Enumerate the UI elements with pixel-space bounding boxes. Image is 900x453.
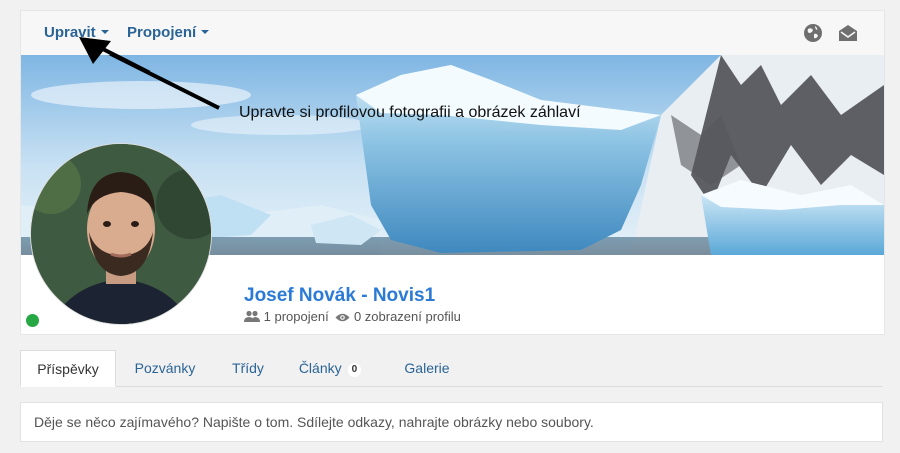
articles-count-badge: 0 xyxy=(347,363,362,377)
profile-views-count: 0 zobrazení profilu xyxy=(353,309,461,324)
tab-label: Články xyxy=(298,360,342,376)
tab-invitations[interactable]: Pozvánky xyxy=(116,350,214,385)
tab-label: Galerie xyxy=(404,360,450,376)
connections-count[interactable]: 1 propojení xyxy=(264,309,329,324)
profile-photo xyxy=(31,144,211,324)
profile-tabs: Příspěvky Pozvánky Třídy Články 0 Galerie xyxy=(20,350,883,387)
annotation-arrow-head xyxy=(79,37,151,71)
avatar[interactable] xyxy=(31,144,211,324)
tab-label: Třídy xyxy=(232,360,264,376)
tab-label: Příspěvky xyxy=(37,361,99,377)
tab-gallery[interactable]: Galerie xyxy=(392,350,462,385)
post-composer-placeholder: Děje se něco zajímavého? Napište o tom. … xyxy=(34,414,594,430)
eye-icon xyxy=(335,313,350,322)
profile-card: Upravit Propojení Upravte si profilovou … xyxy=(20,10,885,335)
header-hint-text: Upravte si profilovou fotografii a obráz… xyxy=(239,104,581,121)
tab-label: Pozvánky xyxy=(134,360,196,376)
tab-classes[interactable]: Třídy xyxy=(216,350,280,385)
profile-name[interactable]: Josef Novák - Novis1 xyxy=(244,285,435,307)
profile-stats: 1 propojení 0 zobrazení profilu xyxy=(244,309,461,324)
post-composer[interactable]: Děje se něco zajímavého? Napište o tom. … xyxy=(20,402,883,442)
online-status-dot xyxy=(26,314,39,327)
tab-posts[interactable]: Příspěvky xyxy=(20,350,116,387)
users-icon xyxy=(244,310,260,322)
tab-articles[interactable]: Články 0 xyxy=(290,350,370,385)
